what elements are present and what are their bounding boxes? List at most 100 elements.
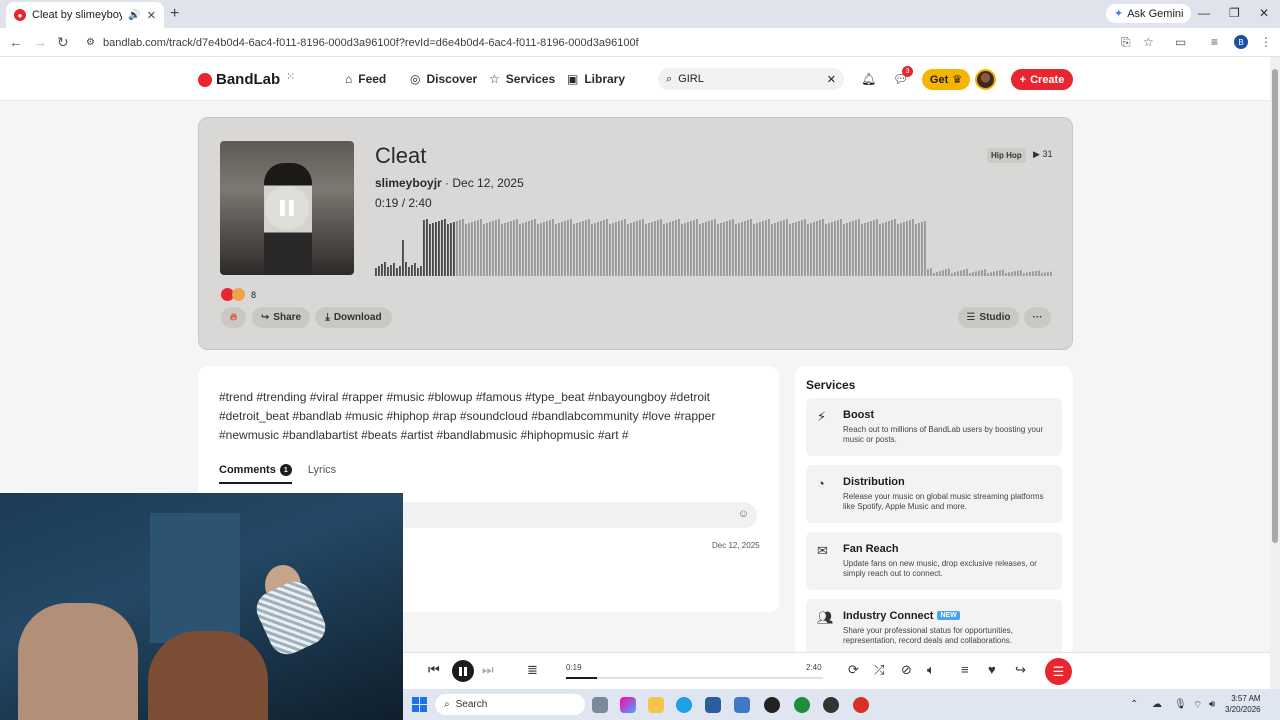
nav-feed[interactable]: ⌂ Feed (345, 72, 386, 86)
waveform-bar (1050, 271, 1052, 276)
waveform-bar (1026, 272, 1028, 276)
split-view-icon[interactable]: ▭ (1175, 35, 1186, 49)
reading-list-icon[interactable]: ≡ (1211, 35, 1218, 49)
search-input[interactable] (678, 73, 821, 85)
tab-lyrics[interactable]: Lyrics (308, 464, 336, 484)
player-menu-icon[interactable]: ☰ (1045, 658, 1072, 685)
chrome-profile-icon[interactable] (853, 697, 869, 713)
restore-icon[interactable]: ❐ (1229, 6, 1240, 20)
genre-tag[interactable]: Hip Hop (987, 148, 1026, 163)
create-button[interactable]: + Create (1011, 69, 1073, 90)
get-membership-button[interactable]: Get ♛ (922, 69, 970, 90)
url-text[interactable]: bandlab.com/track/d7e4b0d4-6ac4-f011-819… (103, 37, 639, 49)
player-pause-button[interactable] (452, 660, 474, 682)
windows-start-icon[interactable] (412, 697, 427, 712)
share-button[interactable]: ↪ Share (252, 307, 310, 328)
download-button[interactable]: ⤓ Download (315, 307, 392, 328)
track-cover-art[interactable] (220, 141, 354, 275)
play-count-icon: ▶ (1033, 149, 1040, 159)
site-info-icon[interactable]: ⚙ (86, 37, 95, 48)
waveform-bar (657, 220, 659, 276)
shuffle-icon[interactable]: ⤮ (874, 662, 884, 678)
notifications-bell-icon[interactable]: 🔔︎ (861, 72, 876, 86)
taskbar-clock[interactable]: 3:57 AM 3/20/2026 (1225, 693, 1261, 715)
service-fan-reach[interactable]: ✉ Fan Reach Update fans on new music, dr… (806, 532, 1062, 590)
play-count-value: 31 (1042, 149, 1053, 159)
ask-gemini-button[interactable]: ✦ Ask Gemini (1106, 4, 1192, 23)
add-to-playlist-icon[interactable]: ≡ (961, 662, 969, 677)
reactions-summary[interactable]: 8 (221, 288, 256, 301)
volume-icon[interactable]: 🔈︎ (927, 662, 935, 678)
install-app-icon[interactable]: ⎘ (1121, 35, 1131, 50)
mic-tray-icon[interactable]: 🎙︎ (1174, 699, 1187, 710)
browser-profile-avatar[interactable]: B (1234, 35, 1248, 49)
minimize-icon[interactable]: — (1198, 6, 1210, 20)
cover-pause-button[interactable] (265, 186, 309, 230)
people-icon: 👥︎ (817, 610, 834, 625)
emoji-icon[interactable]: ☺ (738, 508, 749, 520)
wifi-icon[interactable]: ⌔ (1193, 699, 1202, 712)
file-explorer-icon[interactable] (648, 697, 664, 713)
react-fire-button[interactable]: 🔥︎ (221, 307, 246, 328)
player-share-icon[interactable]: ↪ (1015, 662, 1026, 678)
back-icon[interactable]: ← (9, 34, 23, 50)
waveform-bar (903, 222, 905, 276)
service-industry-connect[interactable]: 👥︎ Industry Connect NEW Share your profes… (806, 599, 1062, 656)
more-options-button[interactable]: ··· (1024, 307, 1051, 328)
browser-tab[interactable]: ● Cleat by slimeyboyjr | Band 🔊 ✕ (6, 2, 164, 28)
taskview-icon[interactable] (592, 697, 608, 713)
player-progress-bar[interactable] (566, 677, 823, 679)
queue-list-icon[interactable]: ≣ (527, 662, 538, 678)
studio-button[interactable]: ☰ Studio (958, 307, 1019, 328)
waveform-bar (549, 220, 551, 276)
autoplay-off-icon[interactable]: ⊘ (901, 662, 912, 678)
waveform[interactable] (375, 214, 1053, 276)
webcam-person-left (18, 603, 138, 720)
taskbar-search[interactable]: ⌕ Search (435, 694, 585, 715)
next-track-icon[interactable]: ⏭ (482, 662, 494, 678)
artist-link[interactable]: slimeyboyjr (375, 176, 442, 190)
mail-icon: ✉ (817, 543, 828, 558)
speaker-tray-icon[interactable]: 🔊︎ (1209, 699, 1215, 710)
repeat-icon[interactable]: ⟳ (848, 662, 859, 678)
copilot-icon[interactable] (620, 697, 636, 713)
waveform-bar (720, 223, 722, 276)
waveform-bar (486, 223, 488, 276)
cloud-icon[interactable]: ☁ (1152, 699, 1162, 710)
edge-icon[interactable] (676, 697, 692, 713)
previous-track-icon[interactable]: ⏮ (428, 662, 440, 678)
waveform-bar (1032, 271, 1034, 276)
waveform-bar (624, 219, 626, 276)
reload-icon[interactable]: ↻ (57, 34, 69, 51)
url-field[interactable]: ⚙ bandlab.com/track/d7e4b0d4-6ac4-f011-8… (86, 32, 1106, 53)
like-heart-icon[interactable]: ♥ (988, 662, 996, 677)
audio-playing-icon[interactable]: 🔊 (128, 10, 140, 21)
forward-icon[interactable]: → (33, 34, 47, 50)
window-close-icon[interactable]: ✕ (1259, 6, 1269, 20)
tray-chevron-icon[interactable]: ⌃ (1130, 699, 1138, 710)
waveform-bar (393, 263, 395, 276)
service-distribution[interactable]: ◔ Distribution Release your music on glo… (806, 465, 1062, 523)
browser-menu-icon[interactable]: ⋮ (1260, 35, 1272, 49)
obs-icon[interactable] (823, 697, 839, 713)
bookmark-star-icon[interactable]: ☆ (1143, 35, 1154, 49)
apps-grid-icon[interactable]: ⁙ (286, 70, 300, 84)
mail-app-icon[interactable] (734, 697, 750, 713)
track-tags[interactable]: #trend #trending #viral #rapper #music #… (219, 388, 764, 445)
service-boost[interactable]: ⚡︎ Boost Reach out to millions of BandLa… (806, 398, 1062, 456)
nav-library[interactable]: ▣ Library (567, 72, 625, 86)
chrome-icon[interactable] (794, 697, 810, 713)
nav-services[interactable]: ☆ Services (489, 72, 555, 86)
tab-comments[interactable]: Comments 1 (219, 464, 292, 484)
bandlab-logo[interactable]: BandLab (198, 71, 280, 88)
waveform-bar (417, 268, 419, 276)
scrollbar-thumb[interactable] (1272, 69, 1278, 543)
user-avatar[interactable] (975, 69, 996, 90)
clear-search-icon[interactable]: ✕ (827, 73, 836, 86)
store-icon[interactable] (705, 697, 721, 713)
page-scrollbar[interactable] (1270, 57, 1280, 689)
chatgpt-icon[interactable] (764, 697, 780, 713)
nav-discover[interactable]: ◎ Discover (410, 72, 477, 86)
tab-close-icon[interactable]: ✕ (147, 9, 156, 22)
new-tab-icon[interactable]: + (170, 5, 179, 23)
